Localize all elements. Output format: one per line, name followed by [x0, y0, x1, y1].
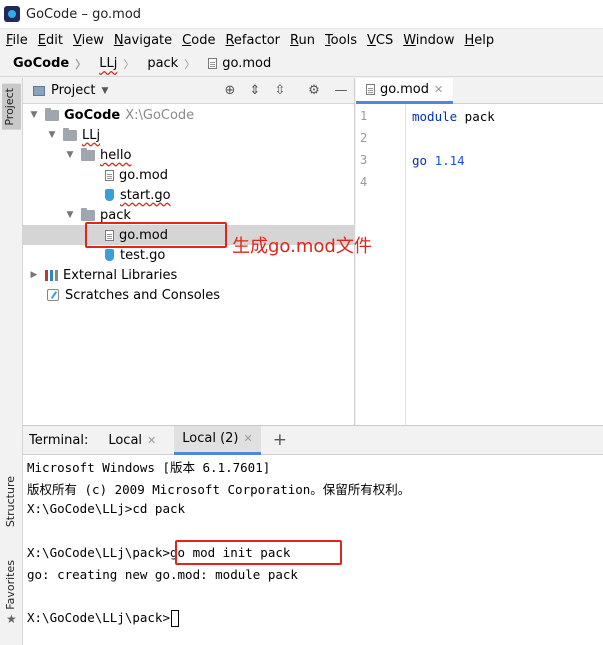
highlight-box-gomod [85, 222, 227, 248]
tree-item-external-libraries[interactable]: ▶ External Libraries [23, 265, 355, 285]
project-folder-icon [33, 85, 45, 96]
tree-item-gocode[interactable]: ▼ GoCode X:\GoCode [23, 105, 355, 125]
file-icon [105, 169, 114, 181]
chevron-down-icon[interactable]: ▼ [47, 130, 57, 140]
file-icon [366, 84, 375, 95]
editor-tab-bar: go.mod ✕ [356, 78, 603, 104]
menu-tools[interactable]: Tools [319, 33, 361, 48]
tree-item-hello-gomod[interactable]: go.mod [23, 165, 355, 185]
line-number: 3 [360, 153, 368, 167]
tool-tab-structure[interactable]: Structure [3, 472, 18, 531]
terminal-line: go: creating new go.mod: module pack [27, 567, 298, 582]
highlight-box-command [175, 540, 342, 565]
chevron-down-icon[interactable]: ▼ [65, 150, 75, 160]
editor-tab-gomod[interactable]: go.mod ✕ [356, 78, 453, 104]
title-bar: GoCode – go.mod [0, 0, 603, 29]
star-icon: ★ [6, 612, 17, 626]
terminal-line: 版权所有 (c) 2009 Microsoft Corporation。保留所有… [27, 482, 411, 497]
project-view-selector[interactable]: Project [51, 83, 95, 98]
tree-item-hello[interactable]: ▼ hello [23, 145, 355, 165]
goland-app-icon [4, 6, 20, 22]
menu-run[interactable]: Run [284, 33, 319, 48]
library-icon [45, 269, 58, 281]
terminal-line: X:\GoCode\LLj>cd pack [27, 501, 186, 516]
close-icon[interactable]: ✕ [434, 83, 443, 96]
folder-icon [63, 127, 77, 141]
project-header: Project ▼ ⊕ ⇕ ⇳ ⚙ — [23, 78, 354, 104]
menu-bar: File Edit View Navigate Code Refactor Ru… [0, 29, 603, 51]
breadcrumb-llj[interactable]: LLj 〉 [86, 56, 134, 72]
folder-icon [45, 107, 59, 121]
breadcrumb-pack[interactable]: pack 〉 [134, 56, 195, 72]
terminal-panel: Terminal: Local ✕ Local (2) ✕ + Microsoft … [23, 425, 603, 645]
expand-all-icon[interactable]: ⇕ [247, 83, 263, 99]
menu-view[interactable]: View [67, 33, 108, 48]
go-file-icon [105, 249, 114, 261]
line-gutter: 1 2 3 4 [356, 104, 406, 425]
terminal-tab-bar: Terminal: Local ✕ Local (2) ✕ + [23, 425, 603, 455]
menu-window[interactable]: Window [397, 33, 458, 48]
terminal-prompt[interactable]: X:\GoCode\LLj\pack> [27, 610, 179, 627]
text-cursor [171, 610, 179, 627]
gear-icon[interactable]: ⚙ [306, 83, 322, 99]
tree-item-start-go[interactable]: start.go [23, 185, 355, 205]
menu-navigate[interactable]: Navigate [108, 33, 176, 48]
tree-item-llj[interactable]: ▼ LLj [23, 125, 355, 145]
plus-icon[interactable]: + [273, 430, 287, 450]
line-number: 4 [360, 175, 368, 189]
terminal-tab-local[interactable]: Local ✕ [108, 426, 156, 455]
collapse-all-icon[interactable]: ⇳ [272, 83, 288, 99]
breadcrumb-gomod[interactable]: go.mod [195, 56, 271, 71]
code-line-3[interactable]: go 1.14 [412, 153, 465, 168]
chevron-down-icon[interactable]: ▼ [101, 86, 108, 96]
chevron-down-icon[interactable]: ▼ [29, 110, 39, 120]
menu-refactor[interactable]: Refactor [219, 33, 284, 48]
breadcrumb: GoCode 〉 LLj 〉 pack 〉 go.mod [0, 51, 603, 77]
menu-code[interactable]: Code [176, 33, 219, 48]
breadcrumb-gocode[interactable]: GoCode 〉 [0, 56, 86, 72]
menu-vcs[interactable]: VCS [361, 33, 397, 48]
folder-icon [81, 147, 95, 161]
folder-icon [81, 207, 95, 221]
hide-icon[interactable]: — [333, 83, 349, 99]
editor-panel: go.mod ✕ 1 2 3 4 module pack go 1.14 [356, 78, 603, 425]
left-tool-strip: Project Structure Favorites ★ [0, 78, 23, 645]
code-line-1[interactable]: module pack [412, 109, 495, 124]
menu-file[interactable]: File [0, 33, 32, 48]
file-icon [208, 58, 218, 69]
close-icon[interactable]: ✕ [244, 432, 253, 445]
scratch-icon [47, 289, 59, 301]
chevron-right-icon[interactable]: ▶ [29, 270, 39, 280]
terminal-line: Microsoft Windows [版本 6.1.7601] [27, 460, 271, 475]
line-number: 2 [360, 131, 368, 145]
annotation-label: 生成go.mod文件 [232, 236, 372, 257]
locate-icon[interactable]: ⊕ [222, 83, 238, 99]
window-title: GoCode – go.mod [26, 6, 142, 22]
menu-edit[interactable]: Edit [32, 33, 67, 48]
tool-tab-project[interactable]: Project [2, 84, 21, 130]
line-number: 1 [360, 109, 368, 123]
tree-item-scratches[interactable]: Scratches and Consoles [23, 285, 355, 305]
go-file-icon [105, 189, 114, 201]
menu-help[interactable]: Help [459, 33, 499, 48]
close-icon[interactable]: ✕ [147, 434, 156, 447]
chevron-down-icon[interactable]: ▼ [65, 210, 75, 220]
terminal-tab-local-2[interactable]: Local (2) ✕ [174, 425, 261, 455]
terminal-label: Terminal: [29, 432, 89, 448]
tool-tab-favorites[interactable]: Favorites [3, 556, 18, 614]
